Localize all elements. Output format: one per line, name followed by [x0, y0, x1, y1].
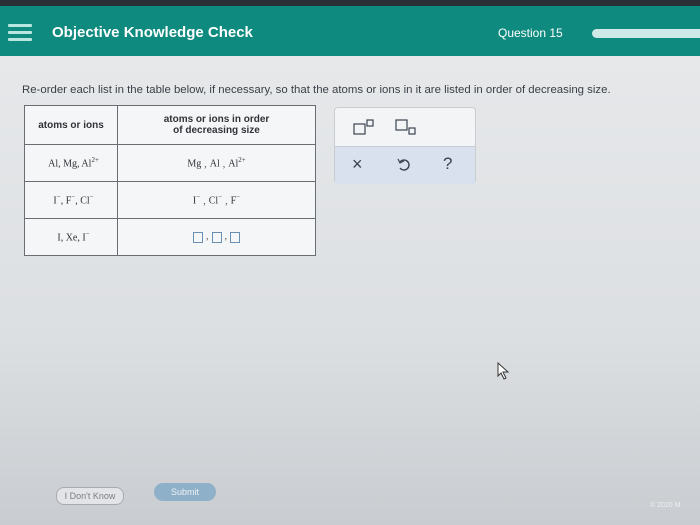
given-list: Al, Mg, Al2+ — [24, 144, 118, 182]
separator: , — [204, 158, 207, 170]
dont-know-button[interactable]: I Don't Know — [56, 487, 124, 505]
copyright-text: © 2020 M — [650, 502, 681, 509]
table-row: I, Xe, I− ,, — [24, 218, 316, 256]
submit-button[interactable]: Submit — [154, 483, 216, 501]
clear-x-icon[interactable]: × — [352, 154, 363, 175]
mouse-cursor-icon — [497, 362, 510, 380]
answer-charge: − — [236, 193, 241, 202]
separator: , — [203, 195, 206, 207]
math-toolbox: × ? — [334, 107, 476, 184]
answer-item[interactable]: Cl — [209, 196, 218, 207]
answer-charge: − — [218, 193, 223, 202]
given-charge: − — [89, 193, 94, 202]
question-text: Re-order each list in the table below, i… — [22, 84, 611, 96]
progress-bar — [592, 29, 700, 38]
superscript-box-icon[interactable] — [353, 119, 375, 140]
table-row: Al, Mg, Al2+ Mg, Al, Al2+ — [24, 144, 316, 182]
question-number: Question 15 — [498, 26, 563, 40]
hamburger-icon[interactable] — [8, 24, 32, 44]
main-content: Re-order each list in the table below, i… — [0, 56, 700, 525]
separator: , — [225, 195, 228, 207]
column-header-ordered: atoms or ions in order of decreasing siz… — [117, 105, 316, 145]
column-header-ordered-line2: of decreasing size — [173, 125, 260, 136]
answer-blank-box[interactable] — [193, 231, 203, 243]
page-title: Objective Knowledge Check — [52, 24, 253, 41]
subscript-box-icon[interactable] — [395, 119, 417, 140]
given-text: I, Xe, I — [57, 232, 86, 244]
table-header-row: atoms or ions atoms or ions in order of … — [24, 105, 316, 145]
undo-icon[interactable] — [397, 156, 411, 177]
reorder-table: atoms or ions atoms or ions in order of … — [24, 105, 316, 256]
given-charge: 2+ — [91, 156, 99, 165]
help-question-icon[interactable]: ? — [443, 154, 452, 174]
given-charge: − — [71, 193, 76, 202]
answer-item[interactable]: Mg — [187, 159, 201, 170]
answer-blank-box[interactable] — [211, 231, 222, 243]
separator: , — [224, 231, 228, 243]
answer-charge: − — [196, 193, 201, 202]
given-item: Cl — [80, 195, 90, 207]
given-list: I, Xe, I− — [24, 218, 118, 256]
separator: , — [222, 158, 226, 170]
column-header-atoms: atoms or ions — [24, 105, 118, 145]
given-charge: − — [85, 230, 90, 239]
answer-charge: 2+ — [238, 156, 246, 165]
toolbox-action-row: × ? — [335, 146, 475, 184]
column-header-ordered-line1: atoms or ions in order — [163, 114, 270, 125]
separator: , — [206, 231, 209, 243]
answer-item[interactable]: Al — [210, 159, 220, 170]
answer-blank-box[interactable] — [230, 231, 240, 243]
answer-cell[interactable]: I−, Cl−, F− — [117, 181, 316, 219]
given-text: Al, Mg, Al — [48, 158, 92, 170]
toolbox-format-row — [335, 108, 475, 145]
answer-item[interactable]: Al — [228, 159, 238, 170]
given-list: I−, F−, Cl− — [24, 181, 118, 219]
app-header: Objective Knowledge Check Question 15 — [0, 6, 700, 56]
table-row: I−, F−, Cl− I−, Cl−, F− — [24, 181, 316, 219]
answer-cell[interactable]: Mg, Al, Al2+ — [117, 144, 316, 182]
answer-cell[interactable]: ,, — [117, 218, 316, 256]
given-charge: − — [56, 193, 61, 202]
